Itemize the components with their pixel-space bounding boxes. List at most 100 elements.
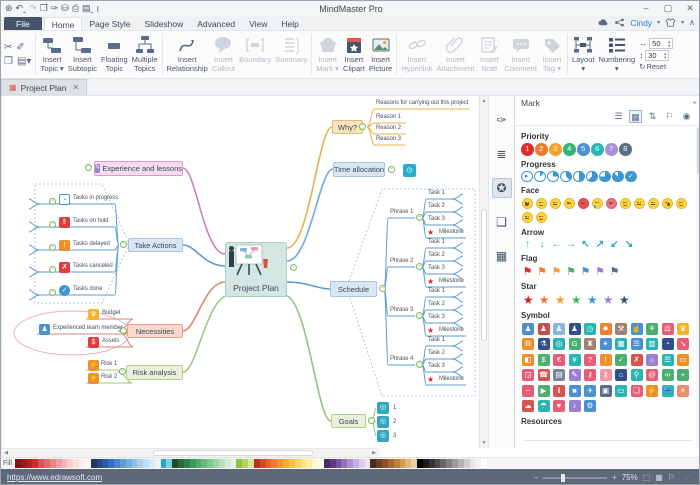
star-mark[interactable]: ★ <box>585 293 600 307</box>
progress-mark[interactable] <box>586 171 598 183</box>
face-mark[interactable] <box>578 198 590 210</box>
progress-mark[interactable] <box>560 171 572 183</box>
v-spacing-stepper[interactable]: ▲▼ <box>663 52 668 60</box>
format-painter-icon[interactable]: ✐ <box>16 42 24 53</box>
flag-mark[interactable]: ⚑ <box>594 265 607 278</box>
subtopic-label[interactable]: Reason 1 <box>376 114 401 120</box>
symbol-tile[interactable]: @ <box>646 369 658 381</box>
symbol-tile[interactable]: ♪ <box>569 400 581 412</box>
star-mark[interactable]: ★ <box>617 293 632 307</box>
topic-goals[interactable]: Goals <box>331 414 366 428</box>
symbol-tile[interactable]: ◲ <box>522 369 534 381</box>
app-logo-icon[interactable]: ⊛ <box>5 3 13 14</box>
subtopic-label[interactable]: Task 1 <box>428 288 445 294</box>
star-mark[interactable]: ★ <box>537 293 552 307</box>
file-button[interactable]: File <box>4 17 42 30</box>
symbol-tile[interactable]: ⚲ <box>631 369 643 381</box>
task-info-icon[interactable]: ▦ <box>492 246 512 266</box>
collapse-button[interactable]: − <box>368 417 375 424</box>
symbol-tile[interactable]: ◎ <box>553 338 565 350</box>
subtopic-label[interactable]: Task 1 <box>428 239 445 245</box>
priority-7[interactable]: 7 <box>605 143 618 156</box>
subtopic-label[interactable]: Phrase 3 <box>390 307 413 313</box>
flag-mark[interactable]: ⚑ <box>536 265 549 278</box>
user-name[interactable]: Cindy <box>630 18 652 28</box>
scroll-right-icon[interactable]: ▶ <box>369 449 379 457</box>
subtopic-label[interactable]: 2 <box>393 419 396 425</box>
vertical-scrollbar[interactable]: ▲ ▼ <box>479 96 488 448</box>
subtopic-label[interactable]: 3 <box>393 433 396 439</box>
subtopic-label[interactable]: Tasks done <box>73 286 102 292</box>
center-collapse-button[interactable]: − <box>290 264 297 271</box>
arrow-mark[interactable]: ↑ <box>521 239 534 250</box>
insert-relationship-button[interactable]: InsertRelationship <box>165 32 210 77</box>
subtopic-label[interactable]: Phrase 2 <box>390 258 413 264</box>
customize-quick-access-icon[interactable]: ᎒ <box>97 3 99 15</box>
menu-tab-advanced[interactable]: Advanced <box>190 17 242 30</box>
symbol-tile[interactable]: ✗ <box>631 354 643 366</box>
paste-icon[interactable]: ▤▾ <box>17 56 31 67</box>
subtopic-label[interactable]: Task 2 <box>428 301 445 307</box>
fill-swatch[interactable] <box>481 459 487 468</box>
menu-tab-page-style[interactable]: Page Style <box>82 17 137 30</box>
face-mark[interactable] <box>620 198 632 210</box>
theme-shirt-icon[interactable] <box>665 18 676 27</box>
subtopic-label[interactable]: 1 <box>393 405 396 411</box>
priority-1[interactable]: 1 <box>521 143 534 156</box>
subtopic-label[interactable]: Task 2 <box>428 203 445 209</box>
redo-icon[interactable]: ↷ <box>29 3 37 14</box>
symbol-tile[interactable]: ⚷ <box>600 369 612 381</box>
vertical-scroll-thumb[interactable] <box>481 209 487 341</box>
subtopic-label[interactable]: Task 1 <box>428 337 445 343</box>
subtopic-label[interactable]: Assets <box>102 338 119 344</box>
priority-4[interactable]: 4 <box>563 143 576 156</box>
collapse-button[interactable]: − <box>359 123 366 130</box>
subtopic-label[interactable]: Reason 3 <box>376 136 401 142</box>
arrow-mark[interactable]: → <box>565 239 578 250</box>
theme-caret-icon[interactable]: ▾ <box>681 19 684 26</box>
progress-mark[interactable]: ✓ <box>625 171 637 183</box>
priority-5[interactable]: 5 <box>577 143 590 156</box>
format-painter-icon[interactable]: ✑ <box>51 3 59 14</box>
symbol-tile[interactable]: ♟ <box>538 323 550 335</box>
star-mark[interactable]: ★ <box>569 293 584 307</box>
symbol-tile[interactable]: ☀ <box>677 385 689 397</box>
priority-8[interactable]: 8 <box>619 143 632 156</box>
scroll-left-icon[interactable]: ◀ <box>1 449 11 457</box>
topic-experience[interactable]: ✎Experience and lessons <box>94 161 183 176</box>
progress-mark[interactable] <box>599 171 611 183</box>
symbol-tile[interactable]: ♛ <box>677 323 689 335</box>
menu-tab-help[interactable]: Help <box>274 17 305 30</box>
symbol-tile[interactable]: ▭ <box>677 354 689 366</box>
edrawsoft-link[interactable]: https://www.edrawsoft.com <box>1 473 102 482</box>
face-mark[interactable] <box>676 198 688 210</box>
h-spacing-input[interactable]: 50▲▼ <box>649 38 673 49</box>
insert-topic-button[interactable]: InsertTopic ▾ <box>38 32 65 77</box>
zoom-slider[interactable] <box>543 477 607 479</box>
arrow-mark[interactable]: ↗ <box>594 239 607 250</box>
doc-tab-project-plan[interactable]: ▦ Project Plan ✕ <box>1 79 87 95</box>
subtopic-label[interactable]: Task 2 <box>428 350 445 356</box>
import-icon[interactable]: ❐ <box>40 3 48 14</box>
symbol-tile[interactable]: ✎ <box>569 369 581 381</box>
face-mark[interactable] <box>634 198 646 210</box>
symbol-tile[interactable]: ‖ <box>553 385 565 397</box>
collapse-button[interactable]: − <box>49 221 56 228</box>
save-icon[interactable]: ⛁ <box>61 3 69 14</box>
collapse-button[interactable]: − <box>49 289 56 296</box>
topic-schedule[interactable]: Schedule <box>330 281 377 297</box>
arrow-mark[interactable]: ↙ <box>608 239 621 250</box>
horizontal-scrollbar[interactable]: ◀ ▶ <box>1 448 379 457</box>
symbol-tile[interactable]: ☔ <box>662 385 674 397</box>
symbol-tile[interactable]: ☰ <box>662 354 674 366</box>
undo-icon[interactable]: ↶ˬ <box>16 3 27 14</box>
face-mark[interactable] <box>564 198 576 210</box>
symbol-tile[interactable]: ▤ <box>553 369 565 381</box>
v-spacing-input[interactable]: 30▲▼ <box>645 50 669 61</box>
cut-icon[interactable]: ✂ <box>4 42 12 53</box>
fit-window-icon[interactable]: ⬚ <box>643 473 651 482</box>
face-mark[interactable] <box>648 198 660 210</box>
arrow-mark[interactable]: ← <box>550 239 563 250</box>
flag-mark[interactable]: ⚑ <box>565 265 578 278</box>
symbol-tile[interactable]: ◷ <box>584 323 596 335</box>
